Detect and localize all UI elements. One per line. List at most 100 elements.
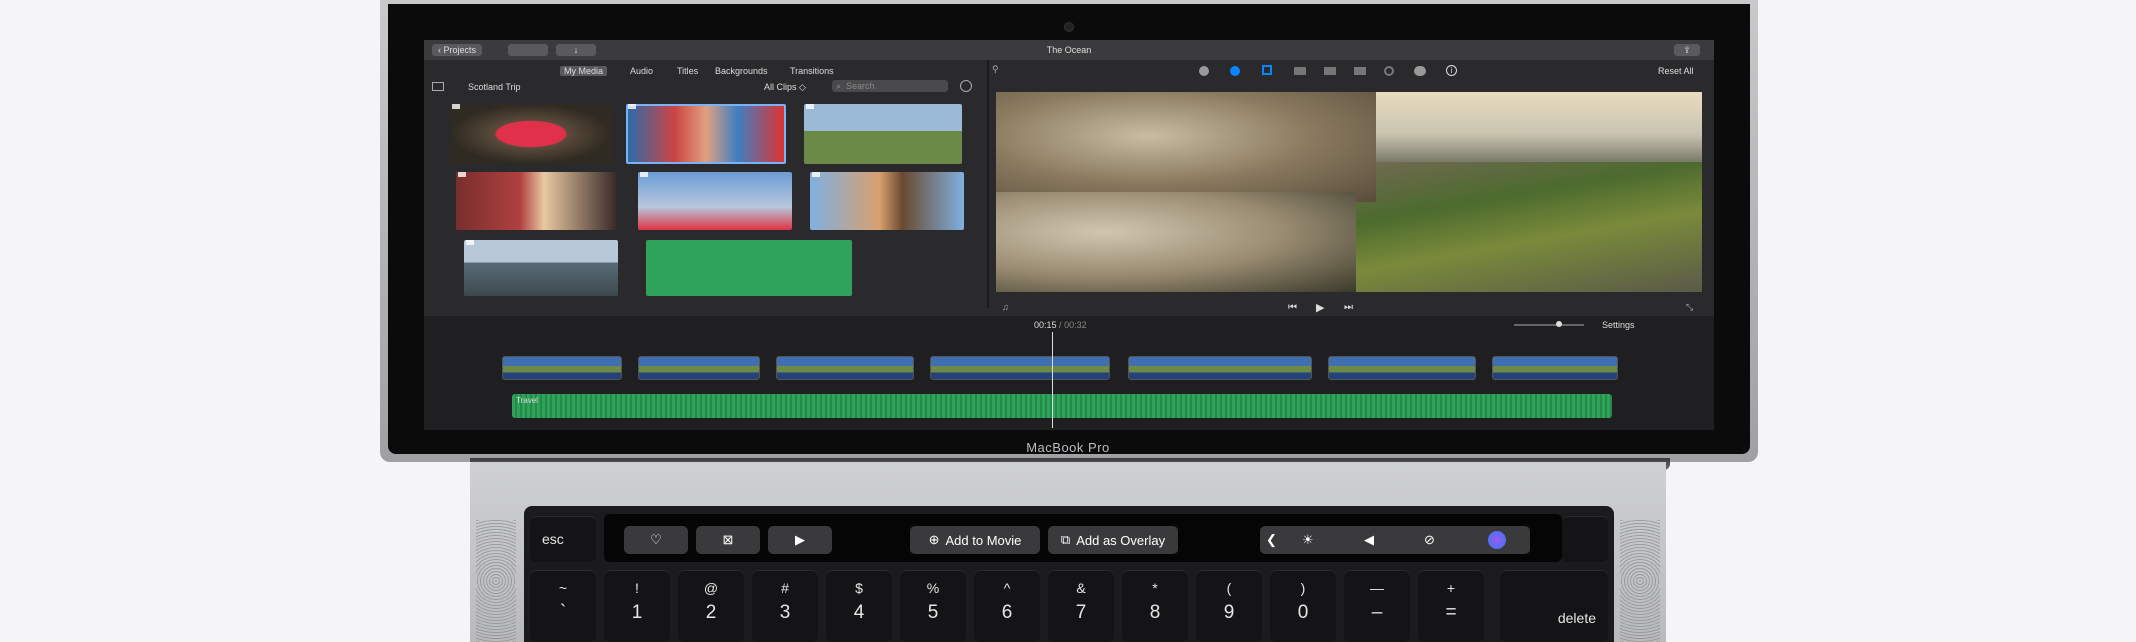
media-thumbnail-audio[interactable] [646,240,852,296]
share-button[interactable]: ⇪ [1674,44,1700,56]
video-badge-icon [628,104,636,109]
video-badge-icon [640,172,648,177]
video-badge-icon [452,104,460,109]
volume-icon[interactable]: ◀ [1364,532,1374,548]
video-badge-icon [466,240,474,245]
video-badge-icon [806,104,814,109]
media-thumbnail-leaf[interactable] [450,104,612,164]
viewer-sky [1376,92,1702,162]
plus-circle-icon: ⊕ [928,532,940,547]
key-7[interactable]: & 7 [1048,570,1114,642]
touch-bar: ♡ ⊠ ▶ ⊕ Add to Movie ⧉ Add as Overlay ❮ ☀ … [604,514,1562,562]
key-4[interactable]: $4 [826,570,892,642]
library-title: Scotland Trip [468,82,521,92]
heart-icon: ♡ [650,532,662,547]
key-5[interactable]: % 5 [900,570,966,642]
key-9[interactable]: (9 [1196,570,1262,642]
siri-icon[interactable] [1488,531,1506,549]
volume-icon[interactable] [1324,67,1336,75]
stabilization-icon[interactable] [1294,67,1306,75]
key-0[interactable]: ) 0 [1270,570,1336,642]
play-button[interactable]: ▶ [768,526,832,554]
brand-label: MacBook Pro [1026,440,1110,455]
media-thumbnail-window-portrait[interactable] [456,172,616,230]
playhead[interactable] [1052,332,1053,428]
video-badge-icon [458,172,466,177]
equalizer-icon[interactable] [1354,67,1366,75]
noise-reduction-icon[interactable] [1414,66,1426,76]
key-3[interactable]: #3 [752,570,818,642]
chevron-left-icon[interactable]: ❮ [1266,532,1277,548]
imovie-window: ‹ Projects ↓ The Ocean ⇪ My Media Audio … [424,40,1714,430]
window-title: The Ocean [1046,45,1092,55]
chevron-down-icon: ◇ [799,82,806,92]
search-input[interactable]: ⌕ Search [832,80,948,92]
mute-icon[interactable]: ⊘ [1424,532,1435,548]
media-thumbnail-friends[interactable] [626,104,786,164]
fullscreen-icon[interactable]: ⤡ [1686,302,1693,313]
audio-track-label: Travel [516,396,538,405]
tab-backgrounds[interactable]: Backgrounds [715,66,768,76]
favorite-button[interactable]: ♡ [624,526,688,554]
key-backtick[interactable]: ~ ` [530,570,596,642]
media-thumbnail-profile[interactable] [810,172,964,230]
filter-select[interactable]: All Clips ◇ [764,82,806,93]
sidebar-toggle-icon[interactable] [432,82,444,91]
overlay-icon: ⧉ [1060,532,1071,547]
reset-all-button[interactable]: Reset All [1658,66,1694,76]
zoom-slider[interactable] [1514,324,1584,326]
speed-icon[interactable] [1384,66,1394,76]
add-to-movie-button[interactable]: ⊕ Add to Movie [910,526,1040,554]
reject-icon: ⊠ [722,532,734,547]
magic-wand-icon[interactable]: ⚲ [992,64,999,75]
timeline-clip[interactable] [1328,356,1476,380]
brightness-icon[interactable]: ☀ [1302,532,1314,548]
timeline-settings-button[interactable]: Settings [1602,320,1635,330]
pane-divider [987,60,989,308]
media-thumbnail-coast[interactable] [464,240,618,296]
key-6[interactable]: ^ 6 [974,570,1040,642]
timeline-clip[interactable] [776,356,914,380]
view-options-icon[interactable] [960,80,972,92]
esc-key[interactable]: esc [530,516,596,562]
current-time: 00:15 / 00:32 [1034,320,1087,330]
color-correction-icon[interactable] [1230,66,1240,76]
key-1[interactable]: ! 1 [604,570,670,642]
video-viewer[interactable] [996,92,1702,292]
zoom-slider-thumb[interactable] [1556,321,1562,327]
audio-track[interactable] [512,394,1612,418]
info-icon[interactable]: i [1446,65,1457,76]
timeline-clip[interactable] [1128,356,1312,380]
control-strip: ❮ ☀ ◀ ⊘ [1260,526,1530,554]
delete-key[interactable]: delete [1500,570,1608,642]
speaker-grille-right [1620,520,1660,642]
timeline-clip[interactable] [1492,356,1618,380]
tab-transitions[interactable]: Transitions [790,66,834,76]
color-balance-icon[interactable] [1199,66,1209,76]
crop-icon[interactable] [1262,65,1272,75]
tab-titles[interactable]: Titles [677,66,698,76]
add-as-overlay-button[interactable]: ⧉ Add as Overlay [1048,526,1178,554]
media-thumbnail-field[interactable] [804,104,962,164]
timeline-clip[interactable] [930,356,1110,380]
media-thumbnail-selfie[interactable] [638,172,792,230]
timeline-clip[interactable] [502,356,622,380]
key-equals[interactable]: + = [1418,570,1484,642]
skip-back-icon[interactable]: ⏮ [1288,302,1297,313]
timeline-clip[interactable] [638,356,760,380]
tab-my-media[interactable]: My Media [560,66,608,76]
skip-forward-icon[interactable]: ⏭ [1344,302,1353,313]
video-badge-icon [812,172,820,177]
viewer-rocks [996,92,1376,202]
reject-button[interactable]: ⊠ [696,526,760,554]
voiceover-icon[interactable]: ♫ [1002,302,1009,312]
search-icon: ⌕ [836,81,842,91]
camera-icon [1064,22,1074,32]
key-minus[interactable]: — – [1344,570,1410,642]
key-2[interactable]: @2 [678,570,744,642]
key-8[interactable]: * 8 [1122,570,1188,642]
play-icon[interactable]: ▶ [1316,301,1324,314]
tab-audio[interactable]: Audio [630,66,653,76]
touch-id-key[interactable] [1562,516,1608,562]
share-icon: ⇪ [1683,45,1691,55]
